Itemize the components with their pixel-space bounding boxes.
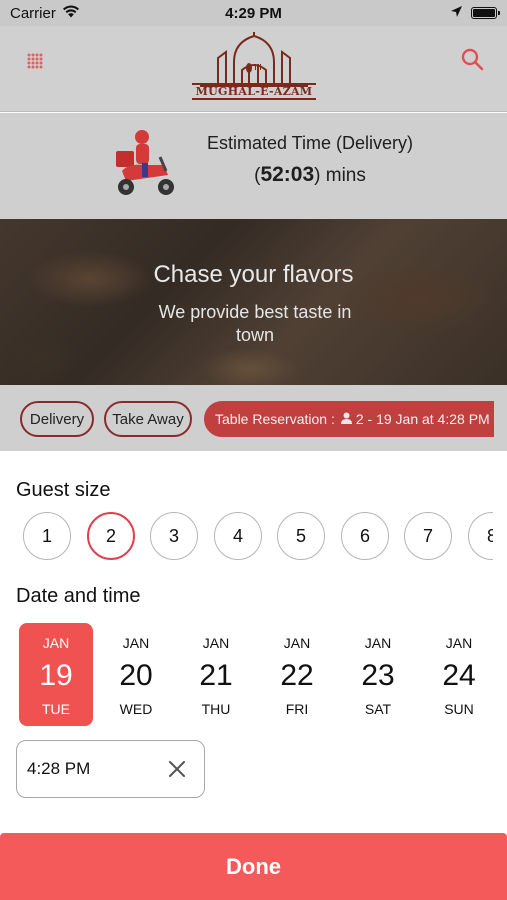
promo-banner: Chase your flavors We provide best taste… — [0, 219, 507, 385]
wifi-icon — [62, 5, 80, 22]
date-weekday: WED — [119, 701, 153, 717]
table-reservation-chip[interactable]: Table Reservation : 2 - 19 Jan at 4:28 P… — [204, 401, 494, 437]
banner-title: Chase your flavors — [153, 261, 354, 288]
search-icon[interactable] — [459, 46, 487, 74]
status-left: Carrier — [10, 5, 80, 22]
date-day: 23 — [361, 659, 395, 692]
take-away-chip[interactable]: Take Away — [104, 401, 192, 437]
delivery-chip[interactable]: Delivery — [20, 401, 94, 437]
person-icon — [340, 411, 352, 427]
battery-level — [473, 9, 495, 17]
location-arrow-icon — [450, 5, 463, 22]
date-month: JAN — [202, 635, 230, 651]
eta-value: 52:03 — [260, 163, 315, 186]
logo-text: MUGHAL-E-AZAM — [192, 83, 316, 100]
date-month: JAN — [445, 635, 473, 651]
date-month: JAN — [42, 635, 70, 651]
date-day: 24 — [442, 659, 476, 692]
guest-option-8[interactable]: 8 — [468, 512, 493, 560]
battery-icon — [471, 7, 500, 19]
date-option[interactable]: JAN 19 TUE — [19, 623, 93, 726]
date-option[interactable]: JAN 24 SUN — [422, 623, 496, 726]
time-field[interactable]: 4:28 PM — [16, 740, 205, 798]
date-weekday: FRI — [285, 701, 309, 717]
date-selector: JAN 19 TUE JAN 20 WED JAN 21 THU JAN 22 … — [19, 623, 499, 727]
date-weekday: TUE — [42, 701, 70, 717]
app-header: MUGHAL-E-AZAM — [0, 26, 507, 112]
restaurant-logo: MUGHAL-E-AZAM — [192, 32, 316, 106]
date-month: JAN — [364, 635, 392, 651]
guest-option-1[interactable]: 1 — [23, 512, 71, 560]
done-button[interactable]: Done — [0, 833, 507, 900]
date-option[interactable]: JAN 21 THU — [179, 623, 253, 726]
date-day: 20 — [119, 659, 153, 692]
date-weekday: SAT — [364, 701, 392, 717]
guest-option-3[interactable]: 3 — [150, 512, 198, 560]
date-option[interactable]: JAN 23 SAT — [341, 623, 415, 726]
date-month: JAN — [283, 635, 311, 651]
date-time-title: Date and time — [16, 585, 141, 607]
eta-time: (52:03) mins — [200, 163, 420, 187]
guest-option-2[interactable]: 2 — [87, 512, 135, 560]
guest-option-5[interactable]: 5 — [277, 512, 325, 560]
eta-suffix: ) mins — [314, 165, 366, 186]
delivery-scooter-icon — [112, 127, 178, 203]
date-day: 22 — [280, 659, 314, 692]
guest-size-selector: 1 2 3 4 5 6 7 8 — [23, 511, 493, 563]
palace-logo-icon — [200, 32, 308, 87]
order-type-strip: Delivery Take Away Table Reservation : 2… — [0, 385, 507, 451]
reservation-label: Table Reservation : — [215, 411, 335, 427]
eta-label: Estimated Time (Delivery) — [206, 133, 414, 153]
date-option[interactable]: JAN 20 WED — [99, 623, 173, 726]
delivery-estimate-panel: Estimated Time (Delivery) (52:03) mins — [0, 113, 507, 219]
date-month: JAN — [122, 635, 150, 651]
date-option[interactable]: JAN 22 FRI — [260, 623, 334, 726]
date-day: 21 — [199, 659, 233, 692]
guest-size-title: Guest size — [16, 479, 111, 501]
date-day: 19 — [39, 659, 73, 692]
status-bar: Carrier 4:29 PM — [0, 0, 507, 26]
reservation-detail: 2 - 19 Jan at 4:28 PM — [355, 411, 490, 427]
date-weekday: THU — [201, 701, 231, 717]
date-weekday: SUN — [444, 701, 474, 717]
guest-option-7[interactable]: 7 — [404, 512, 452, 560]
guest-option-4[interactable]: 4 — [214, 512, 262, 560]
close-icon[interactable] — [166, 758, 188, 780]
carrier-label: Carrier — [10, 4, 56, 22]
grid-dots-icon[interactable] — [22, 48, 48, 74]
time-value: 4:28 PM — [27, 759, 91, 778]
banner-subtitle: We provide best taste in town — [158, 302, 352, 345]
status-right — [450, 5, 500, 22]
guest-option-6[interactable]: 6 — [341, 512, 389, 560]
